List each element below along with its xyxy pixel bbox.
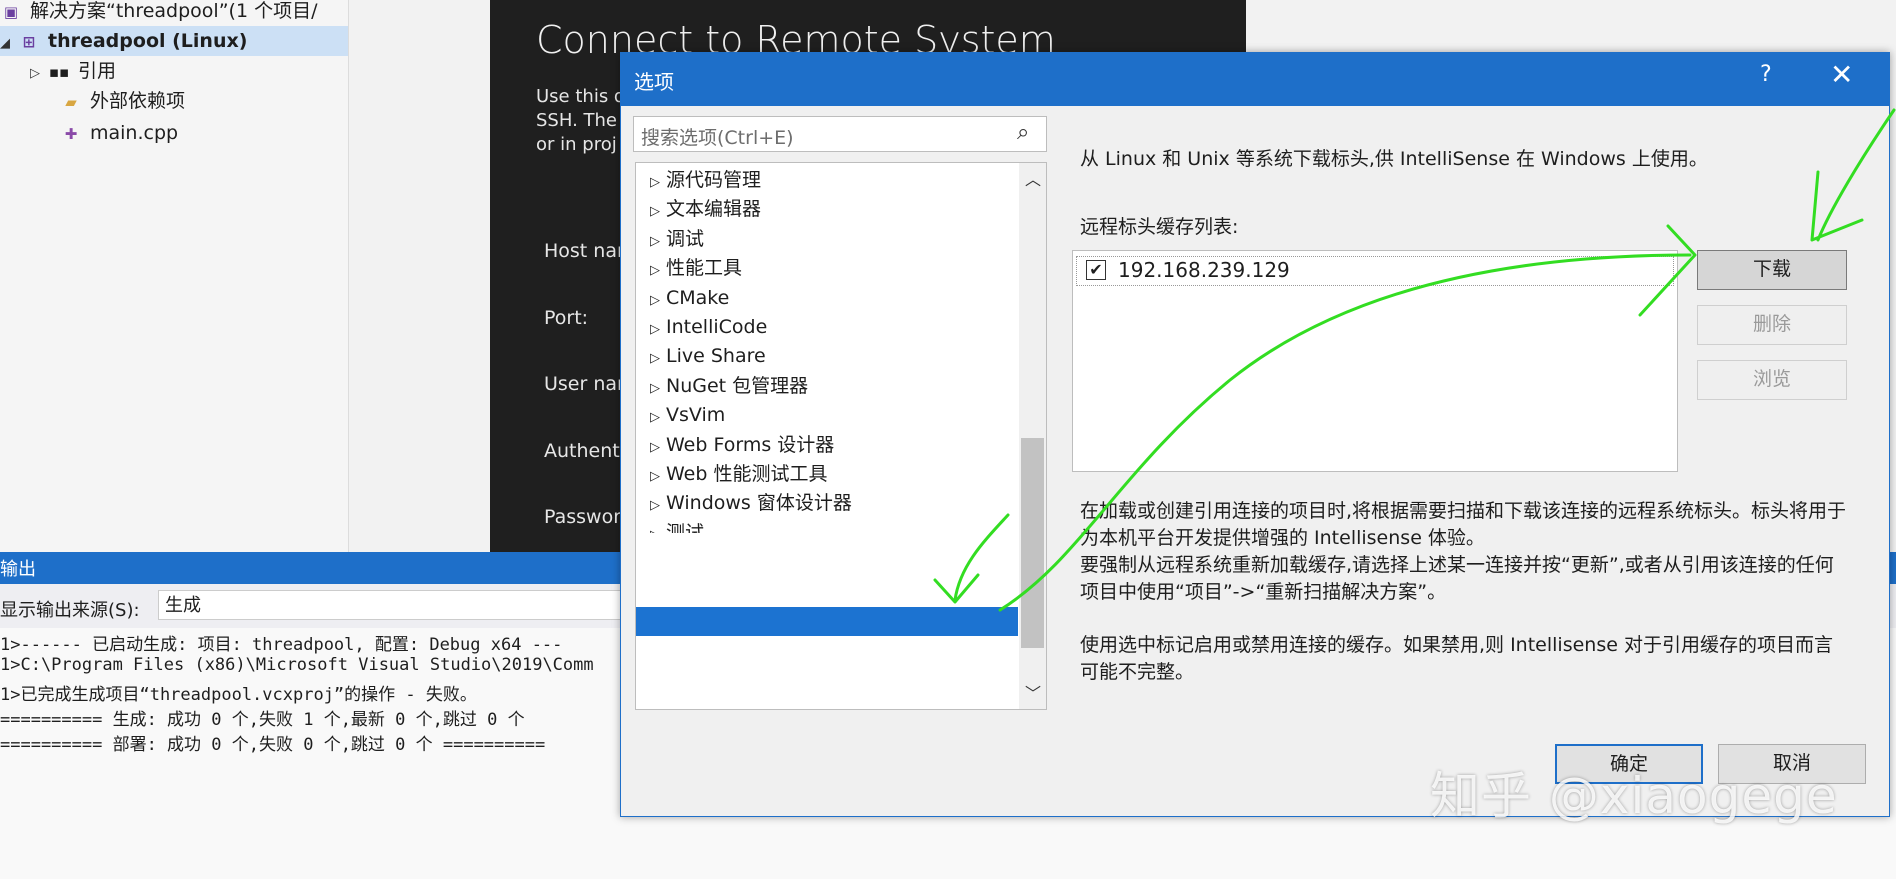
output-panel-title: 输出 bbox=[0, 559, 36, 580]
nav-selection-highlight bbox=[636, 607, 1018, 636]
references-label: 引用 bbox=[78, 60, 117, 82]
expanded-arrow-icon[interactable]: ◢ bbox=[0, 29, 18, 59]
close-button[interactable]: ✕ bbox=[1830, 58, 1853, 91]
scroll-down-arrow-icon[interactable]: ﹀ bbox=[1025, 680, 1041, 704]
nav-item-label: 文本编辑器 bbox=[666, 198, 762, 221]
nav-item[interactable]: ▷ VsVim bbox=[644, 401, 725, 430]
cpp-file-icon: ✚ bbox=[64, 125, 78, 143]
main-file-label: main.cpp bbox=[90, 122, 179, 144]
page-description: 从 Linux 和 Unix 等系统下载标头,供 IntelliSense 在 … bbox=[1080, 148, 1708, 170]
collapsed-arrow-icon[interactable]: ▷ bbox=[30, 59, 48, 89]
info-paragraph: 在加载或创建引用连接的项目时,将根据需要扫描和下载该连接的远程系统标头。标头将用… bbox=[1080, 500, 1847, 549]
remote-desc-line: or in proj bbox=[536, 134, 617, 155]
nav-scrollbar-thumb[interactable] bbox=[1021, 438, 1044, 648]
nav-item[interactable]: ▷ CMake bbox=[644, 284, 729, 313]
options-dialog-title: 选项 bbox=[634, 70, 674, 94]
references-icon: ▪▪ bbox=[48, 63, 70, 81]
nav-item[interactable]: ▷ Web Forms 设计器 bbox=[644, 431, 834, 460]
project-label: threadpool (Linux) bbox=[48, 30, 248, 52]
output-line: ========== 部署: 成功 0 个,失败 0 个,跳过 0 个 ====… bbox=[0, 735, 546, 755]
options-titlebar[interactable] bbox=[620, 52, 1890, 106]
nav-item-label: Web Forms 设计器 bbox=[666, 433, 835, 456]
info-paragraph: 使用选中标记启用或禁用连接的缓存。如果禁用,则 Intellisense 对于引… bbox=[1080, 634, 1833, 683]
output-source-label: 显示输出来源(S): bbox=[0, 600, 140, 621]
collapsed-arrow-icon[interactable]: ▷ bbox=[644, 344, 666, 373]
nav-item-label: 性能工具 bbox=[666, 257, 743, 280]
search-icon[interactable]: ⌕ bbox=[1017, 120, 1029, 145]
nav-item[interactable]: ▷ IntelliCode bbox=[644, 313, 767, 342]
cache-enable-checkbox[interactable]: ✔ bbox=[1086, 260, 1106, 280]
options-search-input[interactable]: 搜索选项(Ctrl+E) bbox=[641, 123, 794, 150]
output-line: 1>已完成生成项目“threadpool.vcxproj”的操作 - 失败。 bbox=[0, 685, 477, 705]
scroll-up-arrow-icon[interactable]: ︿ bbox=[1025, 166, 1041, 190]
solution-icon: ▣ bbox=[3, 3, 19, 21]
cache-host-address: 192.168.239.129 bbox=[1118, 258, 1290, 282]
solution-node[interactable]: ▣ 解决方案“threadpool”(1 个项目/ bbox=[0, 0, 348, 26]
collapsed-arrow-icon[interactable]: ▷ bbox=[644, 462, 666, 491]
output-source-select[interactable]: 生成 bbox=[158, 590, 628, 620]
solution-label: 解决方案“threadpool”(1 个项目/ bbox=[30, 0, 318, 22]
nav-item-label: NuGet 包管理器 bbox=[666, 374, 809, 397]
output-line: 1>C:\Program Files (x86)\Microsoft Visua… bbox=[0, 655, 594, 675]
nav-item[interactable]: ▷ 文本编辑器 bbox=[644, 195, 761, 224]
nav-item-label: Live Share bbox=[666, 345, 766, 368]
collapsed-arrow-icon[interactable]: ▷ bbox=[644, 256, 666, 285]
output-line: ========== 生成: 成功 0 个,失败 1 个,最新 0 个,跳过 0… bbox=[0, 710, 525, 730]
host-name-label: Host nar bbox=[544, 240, 625, 262]
nav-item[interactable]: ▷ Web 性能测试工具 bbox=[644, 460, 827, 489]
nav-item[interactable]: ▷ Windows 窗体设计器 bbox=[644, 489, 852, 518]
output-line: 1>------ 已启动生成: 项目: threadpool, 配置: Debu… bbox=[0, 635, 563, 655]
nav-item[interactable]: ▷ 调试 bbox=[644, 225, 704, 254]
nav-item[interactable]: ▷ 性能工具 bbox=[644, 254, 742, 283]
main-cpp-node[interactable]: ✚ main.cpp bbox=[60, 118, 178, 148]
collapsed-arrow-icon[interactable]: ▷ bbox=[644, 433, 666, 462]
nav-item-label: 调试 bbox=[666, 227, 705, 250]
collapsed-arrow-icon[interactable]: ▷ bbox=[644, 374, 666, 403]
nav-item[interactable]: ▷ Live Share bbox=[644, 342, 766, 371]
collapsed-arrow-icon[interactable]: ▷ bbox=[644, 286, 666, 315]
collapsed-arrow-icon[interactable]: ▷ bbox=[644, 315, 666, 344]
browse-button[interactable]: 浏览 bbox=[1697, 360, 1847, 400]
collapsed-arrow-icon[interactable]: ▷ bbox=[644, 491, 666, 520]
project-node[interactable]: ◢ ⊞ threadpool (Linux) bbox=[0, 26, 348, 56]
port-label: Port: bbox=[544, 307, 589, 329]
cache-list-label: 远程标头缓存列表: bbox=[1080, 216, 1239, 238]
nav-item-label: VsVim bbox=[666, 404, 726, 427]
user-name-label: User nan bbox=[544, 373, 630, 395]
remote-desc-line: SSH. The bbox=[536, 110, 617, 131]
nav-item-label: Windows 窗体设计器 bbox=[666, 492, 852, 515]
nav-item[interactable]: ▷ NuGet 包管理器 bbox=[644, 372, 808, 401]
collapsed-arrow-icon[interactable]: ▷ bbox=[644, 403, 666, 432]
help-button[interactable]: ? bbox=[1760, 62, 1772, 87]
nav-item-label: CMake bbox=[666, 286, 730, 309]
collapsed-arrow-icon[interactable]: ▷ bbox=[644, 168, 666, 197]
nav-item-label: IntelliCode bbox=[666, 316, 768, 338]
authentication-label: Authenti bbox=[544, 440, 625, 462]
collapsed-arrow-icon[interactable]: ▷ bbox=[644, 227, 666, 256]
delete-button[interactable]: 删除 bbox=[1697, 305, 1847, 345]
references-node[interactable]: ▷ ▪▪ 引用 bbox=[30, 56, 116, 86]
download-button[interactable]: 下载 bbox=[1697, 250, 1847, 290]
nav-item-label: Web 性能测试工具 bbox=[666, 463, 828, 485]
remote-desc-line: Use this d bbox=[536, 86, 626, 107]
info-paragraph: 要强制从远程系统重新加载缓存,请选择上述某一连接并按“更新”,或者从引用该连接的… bbox=[1080, 554, 1834, 603]
folder-icon: ▰ bbox=[65, 93, 77, 111]
external-deps-node[interactable]: ▰ 外部依赖项 bbox=[60, 86, 185, 116]
watermark: 知乎 @xiaogege bbox=[1430, 767, 1838, 825]
linux-project-icon: ⊞ bbox=[22, 33, 36, 51]
nav-item-label: 源代码管理 bbox=[666, 169, 762, 191]
nav-item[interactable]: ▷ 源代码管理 bbox=[644, 166, 761, 195]
external-deps-label: 外部依赖项 bbox=[90, 90, 186, 112]
collapsed-arrow-icon[interactable]: ▷ bbox=[644, 197, 666, 226]
